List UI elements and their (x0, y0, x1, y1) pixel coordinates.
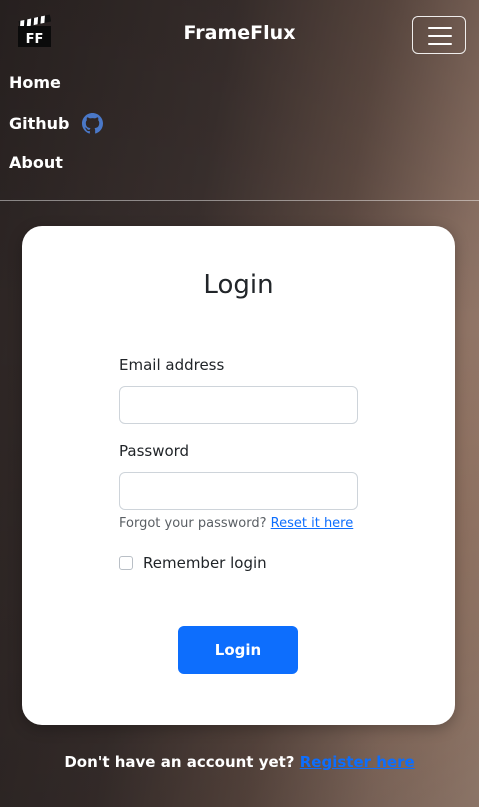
nav-link-about[interactable]: About (9, 153, 63, 172)
password-label: Password (119, 442, 190, 460)
register-prompt: Don't have an account yet? Register here (0, 753, 479, 771)
forgot-password-text: Forgot your password? (119, 516, 267, 531)
login-card: Login Email address Password Forgot your… (22, 226, 455, 725)
forgot-password-row: Forgot your password? Reset it here (119, 516, 353, 531)
navbar-toggle-button[interactable] (412, 16, 466, 54)
remember-login-checkbox[interactable] (119, 556, 133, 570)
register-link[interactable]: Register here (300, 753, 415, 771)
email-field[interactable] (119, 386, 358, 424)
nav-link-home[interactable]: Home (9, 73, 61, 92)
nav-link-about-label: About (9, 153, 63, 172)
login-button[interactable]: Login (178, 626, 298, 674)
login-title: Login (203, 270, 274, 300)
register-prompt-text: Don't have an account yet? (64, 753, 295, 771)
nav-link-home-label: Home (9, 73, 61, 92)
reset-password-link[interactable]: Reset it here (271, 516, 354, 531)
github-icon (81, 113, 103, 134)
navbar: FF FrameFlux Home Github About (0, 0, 479, 201)
remember-login-row: Remember login (119, 554, 267, 572)
brand-name[interactable]: FrameFlux (0, 22, 479, 44)
email-label: Email address (119, 356, 225, 374)
remember-login-label[interactable]: Remember login (143, 554, 267, 572)
nav-link-github[interactable]: Github (9, 113, 103, 134)
password-field[interactable] (119, 472, 358, 510)
nav-link-github-label: Github (9, 114, 70, 133)
